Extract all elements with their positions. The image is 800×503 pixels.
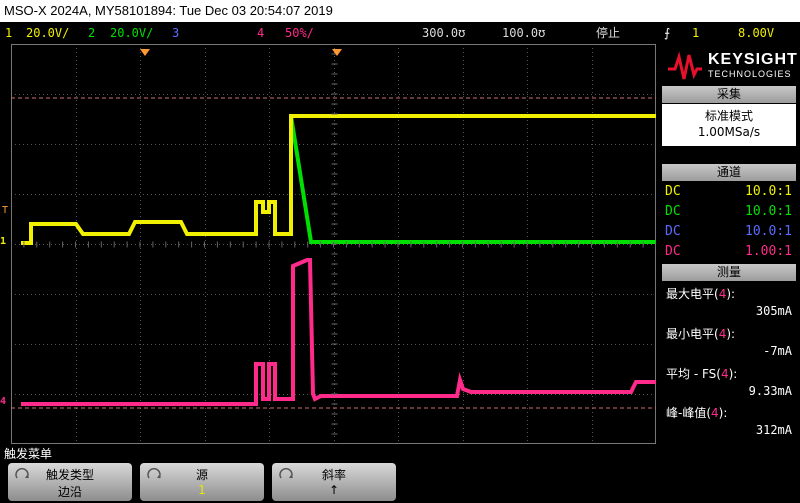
ch3-number[interactable]: 3 bbox=[172, 22, 179, 44]
trigger-position-marker[interactable] bbox=[140, 42, 150, 56]
trigger-edge-icon: ⨍ bbox=[664, 26, 671, 40]
ch2-probe-ratio: 10.0:1 bbox=[745, 204, 792, 219]
measurement-average[interactable]: 平均 - FS(4): 9.33mA bbox=[662, 363, 796, 403]
logo-brand: KEYSIGHT bbox=[708, 51, 798, 68]
meas-ch-avg: 4 bbox=[720, 367, 729, 381]
meas-value-pp: 312mA bbox=[755, 423, 792, 437]
ch1-coupling: DC bbox=[665, 184, 681, 199]
source-softkey[interactable]: 源 1 bbox=[140, 463, 264, 501]
channel-row-2[interactable]: DC 10.0:1 bbox=[664, 202, 794, 222]
logo-sub: TECHNOLOGIES bbox=[708, 69, 792, 79]
channels-header[interactable]: 通道 bbox=[662, 164, 796, 181]
ch4-number[interactable]: 4 bbox=[257, 22, 264, 44]
ch4-scale[interactable]: 50%/ bbox=[285, 22, 314, 44]
measurement-min-level[interactable]: 最小电平(4): -7mA bbox=[662, 323, 796, 363]
ch1-probe-ratio: 10.0:1 bbox=[745, 184, 792, 199]
trigger-source[interactable]: 1 bbox=[692, 22, 699, 44]
acquire-mode: 标准模式 bbox=[704, 109, 753, 123]
time-position[interactable]: 100.0ʊ bbox=[502, 22, 545, 44]
ch3-probe-ratio: 10.0:1 bbox=[745, 224, 792, 239]
ch2-scale[interactable]: 20.0V/ bbox=[110, 22, 153, 44]
meas-label-pp: 峰-峰值 bbox=[666, 406, 707, 420]
title-bar: MSO-X 2024A, MY58101894: Tue Dec 03 20:5… bbox=[0, 0, 800, 22]
ch4-ground-marker[interactable]: 4 bbox=[0, 396, 6, 407]
measurement-peak-to-peak[interactable]: 峰-峰值(4): 312mA bbox=[662, 402, 796, 442]
channel-row-4[interactable]: DC 1.00:1 bbox=[664, 242, 794, 262]
slope-title: 斜率 bbox=[321, 468, 346, 482]
keysight-logo: KEYSIGHT TECHNOLOGIES bbox=[664, 47, 798, 85]
trigger-type-value: 边沿 bbox=[57, 485, 82, 499]
ch1-ground-marker[interactable]: 1 bbox=[0, 236, 6, 247]
meas-ch-pp: 4 bbox=[711, 406, 719, 420]
window-title: MSO-X 2024A, MY58101894: Tue Dec 03 20:5… bbox=[4, 3, 333, 18]
softkey-menu-label: 触发菜单 bbox=[4, 447, 53, 461]
meas-label-avg: 平均 - FS bbox=[666, 367, 717, 381]
left-marker-strip: T 1 4 bbox=[0, 40, 11, 444]
meas-ch-max: 4 bbox=[718, 287, 727, 301]
measure-header[interactable]: 测量 bbox=[662, 264, 796, 281]
meas-value-avg: 9.33mA bbox=[748, 384, 792, 398]
meas-ch-min: 4 bbox=[718, 327, 727, 341]
time-reference-marker bbox=[332, 42, 342, 56]
ch4-coupling: DC bbox=[665, 244, 681, 259]
ch2-number[interactable]: 2 bbox=[88, 22, 95, 44]
channel-row-1[interactable]: DC 10.0:1 bbox=[664, 182, 794, 202]
meas-value-min: -7mA bbox=[763, 344, 792, 358]
meas-label-max: 最大电平 bbox=[666, 287, 715, 301]
channel-status-bar: 1 20.0V/ 2 20.0V/ 3 4 50%/ 300.0ʊ 100.0ʊ… bbox=[0, 22, 800, 44]
trigger-type-softkey[interactable]: 触发类型 边沿 bbox=[8, 463, 132, 501]
run-state: 停止 bbox=[596, 26, 621, 40]
channel-row-3[interactable]: DC 10.0:1 bbox=[664, 222, 794, 242]
ch2-coupling: DC bbox=[665, 204, 681, 219]
meas-value-max: 305mA bbox=[755, 304, 792, 318]
acquire-header[interactable]: 采集 bbox=[662, 86, 796, 103]
acquire-box: 标准模式 1.00MSa/s bbox=[662, 104, 796, 146]
trigger-level[interactable]: 8.00V bbox=[738, 22, 774, 44]
trigger-type-title: 触发类型 bbox=[45, 468, 94, 482]
keysight-wave-icon bbox=[668, 51, 702, 80]
slope-softkey[interactable]: 斜率 ↑ bbox=[272, 463, 396, 501]
measurement-max-level[interactable]: 最大电平(4): 305mA bbox=[662, 283, 796, 323]
source-value: 1 bbox=[198, 483, 206, 497]
waveform-display[interactable] bbox=[11, 44, 656, 444]
sample-rate: 1.00MSa/s bbox=[697, 125, 761, 139]
source-title: 源 bbox=[195, 468, 208, 482]
trigger-level-marker[interactable]: T bbox=[2, 205, 8, 216]
meas-label-min: 最小电平 bbox=[666, 327, 715, 341]
slope-value: ↑ bbox=[328, 483, 340, 497]
ch1-scale[interactable]: 20.0V/ bbox=[26, 22, 69, 44]
ch4-probe-ratio: 1.00:1 bbox=[745, 244, 792, 259]
timebase-scale[interactable]: 300.0ʊ bbox=[422, 22, 465, 44]
ch3-coupling: DC bbox=[665, 224, 681, 239]
